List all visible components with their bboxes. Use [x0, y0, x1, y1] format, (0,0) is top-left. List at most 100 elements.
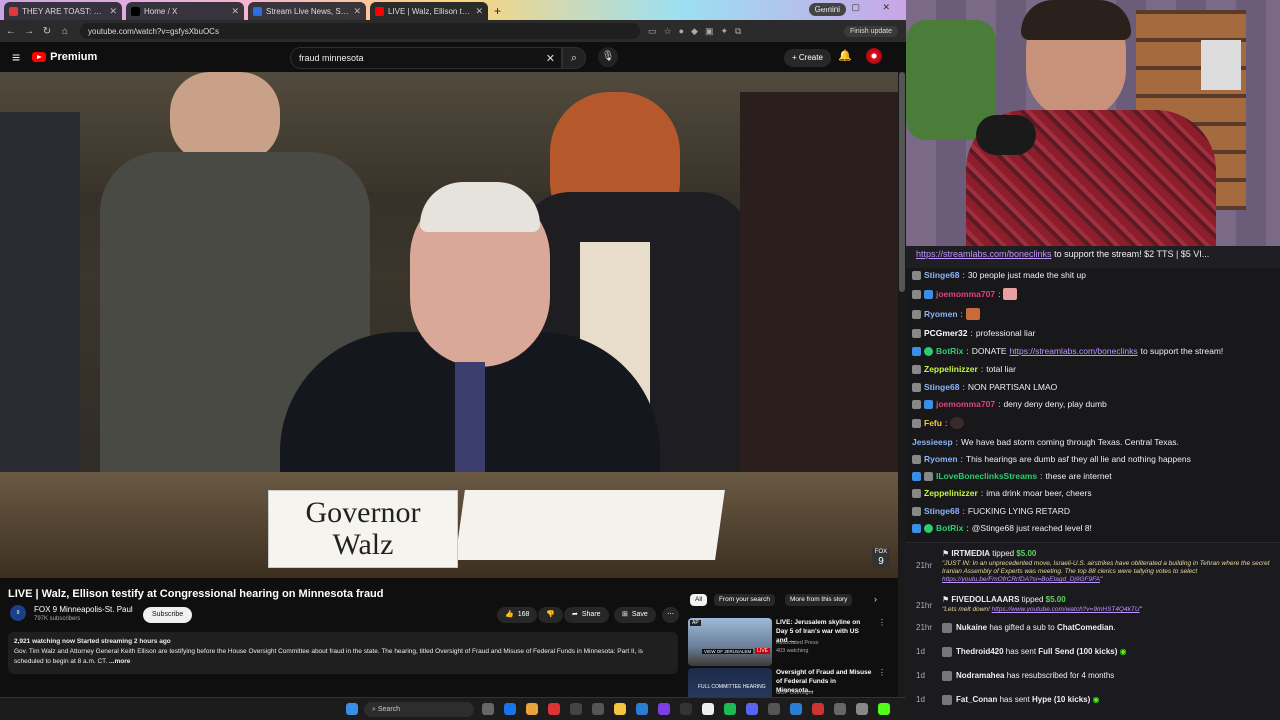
- chat-username[interactable]: joemomma707: [936, 399, 995, 409]
- channel-name[interactable]: FOX 9 Minneapolis-St. Paul: [34, 605, 133, 614]
- browser-tab[interactable]: Stream Live News, Sports ✕: [248, 2, 366, 20]
- app-icon[interactable]: [856, 703, 868, 715]
- hamburger-menu-icon[interactable]: ≡: [12, 49, 20, 65]
- close-icon[interactable]: ✕: [231, 6, 239, 17]
- app-icon[interactable]: [592, 703, 604, 715]
- app-icon[interactable]: [658, 703, 670, 715]
- app-icon[interactable]: [570, 703, 582, 715]
- taskbar-search[interactable]: ⌕ Search: [364, 702, 474, 717]
- app-icon[interactable]: [834, 703, 846, 715]
- event-user[interactable]: FIVEDOLLAAARS: [951, 595, 1019, 604]
- voice-search-icon[interactable]: 🎙: [598, 47, 618, 67]
- app-icon[interactable]: [636, 703, 648, 715]
- reload-icon[interactable]: ↻: [40, 26, 54, 37]
- pinned-link[interactable]: https://streamlabs.com/boneclinks: [916, 249, 1052, 259]
- close-icon[interactable]: ✕: [475, 6, 483, 17]
- install-icon[interactable]: ▭: [648, 26, 657, 37]
- chevron-right-icon[interactable]: ›: [874, 594, 877, 604]
- extension-icon[interactable]: ●: [679, 26, 684, 37]
- close-icon[interactable]: ✕: [353, 6, 361, 17]
- related-video[interactable]: FULL COMMITTEE HEARING Oversight of Frau…: [688, 668, 888, 698]
- event-user[interactable]: Thedroid420: [956, 647, 1004, 656]
- forward-icon[interactable]: →: [22, 26, 36, 37]
- task-view-icon[interactable]: [482, 703, 494, 715]
- back-icon[interactable]: ←: [4, 26, 18, 37]
- more-vert-icon[interactable]: ⋮: [878, 618, 886, 627]
- chat-username[interactable]: joemomma707: [936, 289, 995, 299]
- chat-username[interactable]: BotRix: [936, 523, 963, 533]
- chat-username[interactable]: Zeppelinizzer: [924, 488, 978, 498]
- url-field[interactable]: youtube.com/watch?v=gsfysXbuOCs: [80, 23, 640, 39]
- chat-username[interactable]: Ryomen: [924, 309, 958, 319]
- share-button[interactable]: ➦ Share: [564, 607, 609, 623]
- more-link[interactable]: ...more: [109, 658, 130, 665]
- related-thumbnail[interactable]: AP VIEW OF JERUSALEM LIVE: [688, 618, 772, 666]
- chat-username[interactable]: Stinge68: [924, 506, 959, 516]
- browser-tab-active[interactable]: LIVE | Walz, Ellison testify at ✕: [370, 2, 488, 20]
- chat-username[interactable]: Fefu: [924, 418, 942, 428]
- save-button[interactable]: ⊞ Save: [614, 607, 656, 623]
- chat-username[interactable]: Stinge68: [924, 270, 959, 280]
- chip-more-from-story[interactable]: More from this story: [785, 594, 853, 606]
- page-scrollbar[interactable]: [898, 72, 906, 720]
- chat-username[interactable]: Ryomen: [924, 454, 958, 464]
- home-icon[interactable]: ⌂: [58, 26, 72, 37]
- description-box[interactable]: 2,921 watching now Started streaming 2 h…: [8, 632, 678, 674]
- dislike-button[interactable]: 👎: [538, 607, 563, 623]
- event-user[interactable]: Nodramahea: [956, 671, 1004, 680]
- app-icon[interactable]: [702, 703, 714, 715]
- search-input[interactable]: fraud minnesota ✕: [290, 47, 562, 69]
- chat-username[interactable]: ILoveBoneclinksStreams: [936, 471, 1037, 481]
- related-video[interactable]: AP VIEW OF JERUSALEM LIVE LIVE: Jerusale…: [688, 618, 888, 668]
- spotify-icon[interactable]: [724, 703, 736, 715]
- clear-search-icon[interactable]: ✕: [546, 52, 555, 65]
- related-thumbnail[interactable]: FULL COMMITTEE HEARING: [688, 668, 772, 698]
- chip-all[interactable]: All: [690, 594, 708, 606]
- event-user[interactable]: Nukaine: [956, 623, 987, 632]
- window-controls[interactable]: — ▢ ✕: [820, 2, 900, 13]
- chat-username[interactable]: Zeppelinizzer: [924, 364, 978, 374]
- app-icon[interactable]: [680, 703, 692, 715]
- star-icon[interactable]: ☆: [664, 26, 672, 37]
- video-player[interactable]: Governor Walz FOX 9: [0, 72, 898, 578]
- more-vert-icon[interactable]: ⋮: [878, 668, 886, 677]
- browser-tab[interactable]: Home / X ✕: [126, 2, 244, 20]
- puzzle-icon[interactable]: ⧉: [735, 26, 741, 37]
- edge-icon[interactable]: [504, 703, 516, 715]
- chat-username[interactable]: PCGmer32: [924, 328, 967, 338]
- app-icon[interactable]: [548, 703, 560, 715]
- like-button[interactable]: 👍 168: [497, 607, 538, 623]
- finish-update-button[interactable]: Finish update: [843, 25, 898, 37]
- avatar[interactable]: [866, 48, 882, 64]
- chat-username[interactable]: Jessieesp: [912, 437, 953, 447]
- related-channel[interactable]: GOP Oversight: [776, 690, 872, 696]
- browser-tab[interactable]: THEY ARE TOAST: Sec Hegseth ✕: [4, 2, 122, 20]
- search-button[interactable]: ⌕: [562, 47, 586, 69]
- event-user[interactable]: Fat_Conan: [956, 695, 997, 704]
- chat-username[interactable]: Stinge68: [924, 382, 959, 392]
- chip-from-your-search[interactable]: From your search: [714, 594, 775, 606]
- discord-icon[interactable]: [746, 703, 758, 715]
- channel-avatar[interactable]: 9: [10, 605, 26, 621]
- kick-icon[interactable]: [878, 703, 890, 715]
- new-tab-button[interactable]: +: [494, 2, 501, 20]
- file-explorer-icon[interactable]: [614, 703, 626, 715]
- extension-icon[interactable]: ✦: [720, 26, 728, 37]
- chat-link[interactable]: https://streamlabs.com/boneclinks: [1010, 346, 1138, 356]
- scrollbar-thumb[interactable]: [899, 72, 905, 292]
- event-target[interactable]: ChatComedian: [1057, 623, 1113, 632]
- subscribe-button[interactable]: Subscribe: [143, 607, 193, 623]
- related-channel[interactable]: Associated Press: [776, 640, 872, 646]
- app-icon[interactable]: [812, 703, 824, 715]
- create-button[interactable]: + Create: [784, 49, 831, 67]
- chrome-icon[interactable]: [526, 703, 538, 715]
- more-actions-button[interactable]: ⋯: [662, 607, 679, 623]
- event-user[interactable]: IRTMEDIA: [951, 549, 990, 558]
- windows-start-icon[interactable]: [346, 703, 358, 715]
- app-icon[interactable]: [768, 703, 780, 715]
- quote-link[interactable]: https://youtu.be/FmOfrCRrfDA?si=BoEtagd_…: [942, 576, 1100, 583]
- youtube-logo[interactable]: Premium: [32, 51, 97, 63]
- close-icon[interactable]: ✕: [109, 6, 117, 17]
- app-icon[interactable]: [790, 703, 802, 715]
- quote-link[interactable]: https://www.youtube.com/watch?v=9mHST4Q4…: [992, 606, 1140, 613]
